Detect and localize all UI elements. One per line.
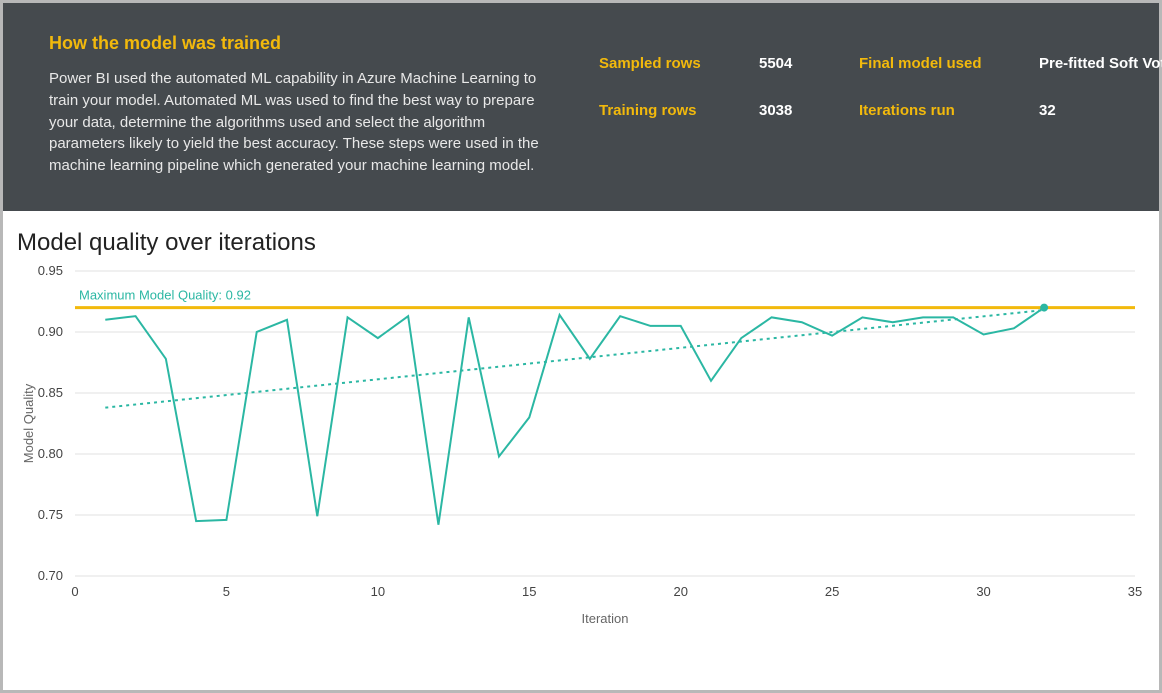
svg-text:35: 35 <box>1128 584 1142 599</box>
svg-text:Iteration: Iteration <box>582 611 629 626</box>
stat-final-model-value: Pre-fitted Soft Voting Classifier <box>1039 55 1162 72</box>
stat-training-rows-value: 3038 <box>759 102 849 119</box>
svg-text:25: 25 <box>825 584 839 599</box>
training-summary-panel: How the model was trained Power BI used … <box>3 3 1159 211</box>
svg-text:20: 20 <box>673 584 687 599</box>
stat-iterations-run-value: 32 <box>1039 102 1162 119</box>
svg-text:0: 0 <box>71 584 78 599</box>
training-intro: How the model was trained Power BI used … <box>49 33 559 177</box>
svg-text:15: 15 <box>522 584 536 599</box>
chart-panel: Model quality over iterations 0.700.750.… <box>3 211 1159 646</box>
svg-text:0.95: 0.95 <box>38 263 63 278</box>
svg-text:Model Quality: Model Quality <box>21 383 36 463</box>
svg-text:0.85: 0.85 <box>38 385 63 400</box>
model-quality-chart: 0.70 0.75 0.80 0.85 0.90 0.95 0 5 10 15 20 25 30 35 It… <box>17 261 1145 631</box>
svg-text:30: 30 <box>976 584 990 599</box>
stat-sampled-rows-value: 5504 <box>759 55 849 72</box>
training-stats-grid: Sampled rows 5504 Final model used Pre-f… <box>599 33 1162 177</box>
stat-final-model-label: Final model used <box>859 55 1029 72</box>
svg-text:5: 5 <box>223 584 230 599</box>
svg-text:0.75: 0.75 <box>38 507 63 522</box>
training-intro-body: Power BI used the automated ML capabilit… <box>49 68 559 177</box>
svg-text:0.70: 0.70 <box>38 568 63 583</box>
stat-sampled-rows-label: Sampled rows <box>599 55 749 72</box>
svg-text:0.80: 0.80 <box>38 446 63 461</box>
svg-text:Maximum Model Quality: 0.92: Maximum Model Quality: 0.92 <box>79 287 251 302</box>
chart-title: Model quality over iterations <box>17 229 1145 257</box>
stat-training-rows-label: Training rows <box>599 102 749 119</box>
report-page: How the model was trained Power BI used … <box>0 0 1162 693</box>
svg-text:0.90: 0.90 <box>38 324 63 339</box>
stat-iterations-run-label: Iterations run <box>859 102 1029 119</box>
training-intro-title: How the model was trained <box>49 33 559 54</box>
svg-text:10: 10 <box>371 584 385 599</box>
